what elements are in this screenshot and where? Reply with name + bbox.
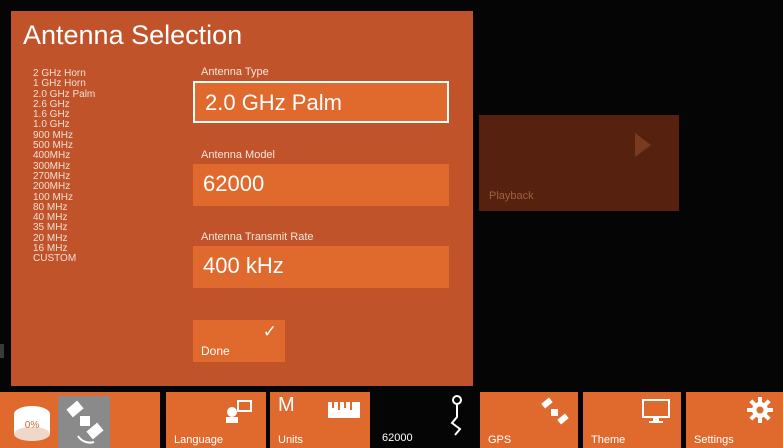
side-handle	[0, 344, 4, 358]
settings-label: Settings	[694, 434, 734, 446]
antenna-type-field[interactable]: 2.0 GHz Palm	[193, 81, 449, 123]
playback-tile[interactable]: Playback	[479, 115, 679, 211]
antenna-model-label: Antenna Model	[201, 149, 275, 161]
units-letter: M	[278, 394, 295, 416]
theme-label: Theme	[591, 434, 626, 446]
language-label: Language	[174, 434, 223, 446]
gps-button[interactable]: GPS	[480, 392, 578, 448]
units-button[interactable]: M Units	[270, 392, 370, 448]
gps-satellite-icon	[541, 397, 569, 425]
gps-label: GPS	[488, 434, 512, 446]
units-label: Units	[278, 434, 304, 446]
theme-button[interactable]: Theme	[583, 392, 681, 448]
antenna-list: 2 GHz Horn 1 GHz Horn 2.0 GHz Palm 2.6 G…	[33, 68, 153, 265]
ruler-icon	[328, 402, 360, 418]
monitor-icon	[642, 399, 670, 423]
playback-label: Playback	[489, 190, 534, 202]
play-icon	[635, 133, 651, 157]
done-button-label: Done	[201, 344, 230, 358]
antenna-list-item[interactable]: CUSTOM	[33, 254, 153, 265]
transmit-rate-label: Antenna Transmit Rate	[201, 231, 314, 243]
status-tile[interactable]: 0%	[0, 392, 160, 448]
language-icon	[226, 400, 252, 423]
transmit-rate-field[interactable]: 400 kHz	[193, 246, 449, 288]
language-button[interactable]: Language	[166, 392, 266, 448]
antenna-model-field[interactable]: 62000	[193, 164, 449, 206]
antenna-selection-panel: Antenna Selection 2 GHz Horn 1 GHz Horn …	[11, 11, 473, 386]
panel-title: Antenna Selection	[23, 20, 243, 50]
model-readout: 62000	[382, 432, 413, 444]
battery-status-icon: 0%	[14, 406, 50, 441]
antenna-probe-icon	[450, 395, 462, 436]
status-percent: 0%	[25, 420, 40, 431]
checkmark-icon: ✓	[262, 322, 277, 341]
done-button[interactable]: ✓ Done	[193, 320, 285, 362]
settings-button[interactable]: Settings	[686, 392, 783, 448]
satellite-icon	[58, 396, 110, 448]
gear-icon	[747, 397, 773, 423]
antenna-type-label: Antenna Type	[201, 66, 269, 78]
